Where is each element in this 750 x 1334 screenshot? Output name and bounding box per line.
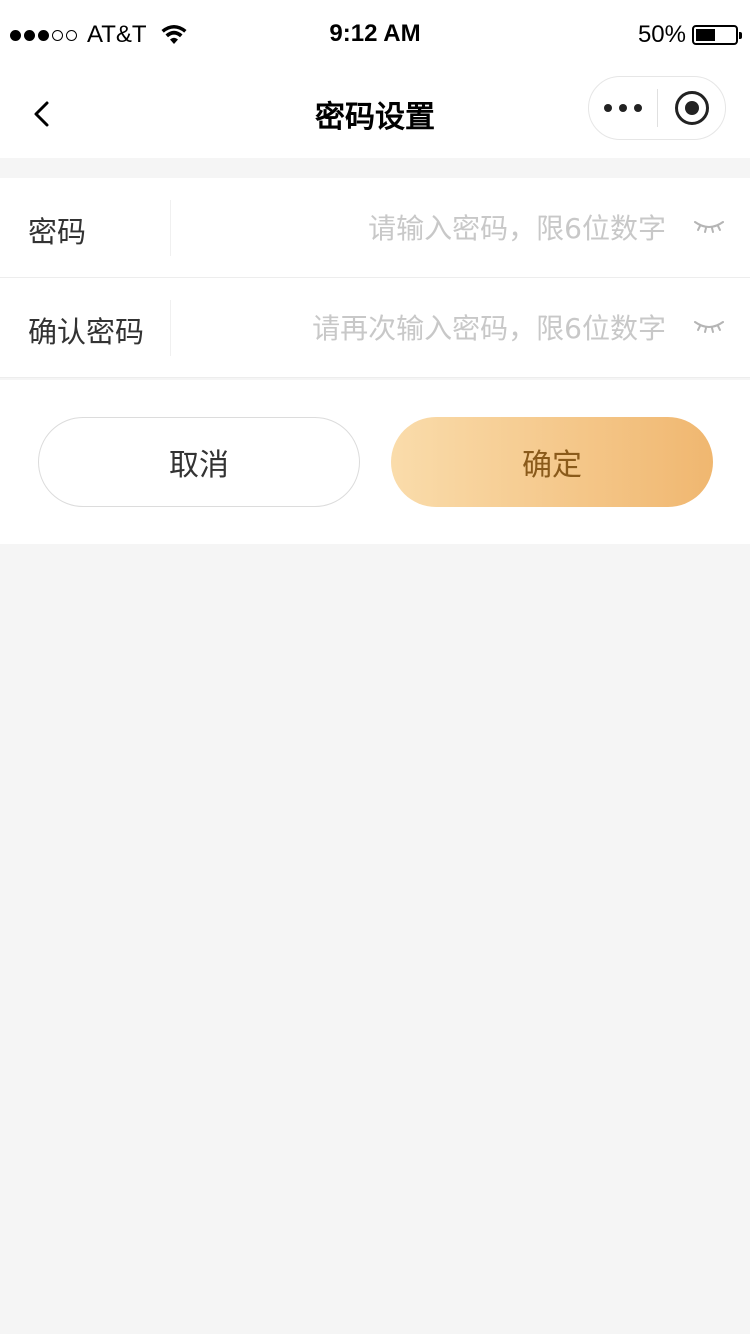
mini-program-capsule — [588, 76, 726, 140]
nav-bar: 密码设置 — [0, 70, 750, 158]
eye-closed-icon[interactable] — [694, 216, 724, 236]
more-dots-icon — [619, 104, 627, 112]
battery-level — [696, 29, 715, 41]
more-dots-icon — [634, 104, 642, 112]
field-divider — [170, 300, 171, 356]
more-dots-icon — [604, 104, 612, 112]
password-row: 密码 — [0, 178, 750, 278]
confirm-password-row: 确认密码 — [0, 278, 750, 378]
status-right: 50% — [637, 20, 742, 50]
field-divider — [170, 200, 171, 256]
confirm-button[interactable]: 确定 — [391, 417, 713, 507]
password-label: 密码 — [28, 215, 87, 249]
action-bar: 取消 确定 — [0, 380, 750, 544]
battery-icon — [692, 25, 742, 45]
close-button[interactable] — [658, 77, 725, 139]
more-button[interactable] — [589, 77, 657, 139]
battery-percent: 50% — [637, 21, 686, 48]
confirm-password-label: 确认密码 — [28, 315, 145, 349]
eye-closed-icon[interactable] — [694, 316, 724, 336]
cancel-button[interactable]: 取消 — [38, 417, 360, 507]
target-circle-icon — [674, 91, 709, 125]
status-bar: AT&T 9:12 AM 50% — [0, 0, 750, 70]
password-input[interactable] — [180, 178, 666, 278]
confirm-password-input[interactable] — [180, 278, 666, 378]
password-form: 密码 确认密码 — [0, 178, 750, 378]
